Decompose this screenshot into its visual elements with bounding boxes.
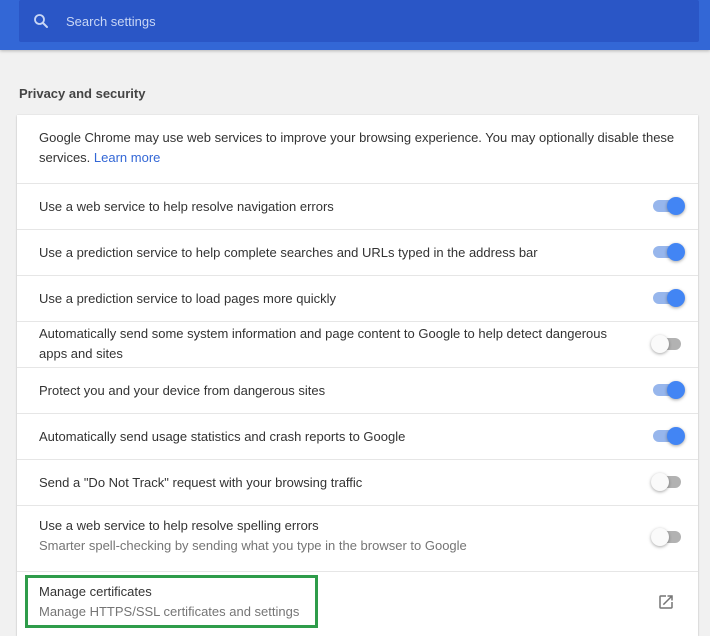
setting-row-navigation-errors[interactable]: Use a web service to help resolve naviga…: [17, 183, 698, 229]
search-input[interactable]: [64, 0, 699, 43]
toggle-prediction-load[interactable]: [651, 289, 685, 307]
section-title: Privacy and security: [19, 86, 146, 101]
setting-label: Automatically send usage statistics and …: [39, 429, 406, 444]
intro-text: Google Chrome may use web services to im…: [39, 128, 676, 168]
toggle-do-not-track[interactable]: [651, 473, 685, 491]
certificates-label: Manage certificates: [39, 584, 152, 599]
setting-row-dangerous-sites[interactable]: Protect you and your device from dangero…: [17, 367, 698, 413]
learn-more-link[interactable]: Learn more: [94, 150, 160, 165]
setting-label: Protect you and your device from dangero…: [39, 383, 326, 398]
toggle-dangerous-sites[interactable]: [651, 381, 685, 399]
external-link-icon[interactable]: [657, 593, 675, 611]
setting-row-do-not-track[interactable]: Send a "Do Not Track" request with your …: [17, 459, 698, 505]
setting-row-spelling-service[interactable]: Use a web service to help resolve spelli…: [17, 505, 698, 571]
setting-label: Automatically send some system informati…: [39, 326, 608, 361]
setting-row-prediction-search[interactable]: Use a prediction service to help complet…: [17, 229, 698, 275]
setting-row-usage-statistics[interactable]: Automatically send usage statistics and …: [17, 413, 698, 459]
toggle-spelling-service[interactable]: [651, 528, 685, 546]
setting-label: Send a "Do Not Track" request with your …: [39, 475, 363, 490]
certificates-sublabel: Manage HTTPS/SSL certificates and settin…: [39, 604, 300, 619]
toggle-navigation-errors[interactable]: [651, 197, 685, 215]
manage-certificates-row[interactable]: Manage certificates Manage HTTPS/SSL cer…: [17, 571, 698, 636]
setting-sublabel: Smarter spell-checking by sending what y…: [39, 538, 467, 553]
privacy-card: Google Chrome may use web services to im…: [17, 115, 698, 636]
toggle-usage-statistics[interactable]: [651, 427, 685, 445]
intro-row: Google Chrome may use web services to im…: [17, 115, 698, 183]
toggle-safe-browsing-extended[interactable]: [651, 335, 685, 353]
setting-label: Use a web service to help resolve spelli…: [39, 518, 319, 533]
top-bar: [0, 0, 710, 50]
setting-label: Use a prediction service to load pages m…: [39, 291, 336, 306]
setting-label: Use a prediction service to help complet…: [39, 245, 538, 260]
toggle-prediction-search[interactable]: [651, 243, 685, 261]
setting-row-prediction-load[interactable]: Use a prediction service to load pages m…: [17, 275, 698, 321]
search-box[interactable]: [19, 0, 699, 43]
setting-label: Use a web service to help resolve naviga…: [39, 199, 334, 214]
setting-row-safe-browsing-extended[interactable]: Automatically send some system informati…: [17, 321, 698, 367]
search-icon: [34, 14, 48, 28]
